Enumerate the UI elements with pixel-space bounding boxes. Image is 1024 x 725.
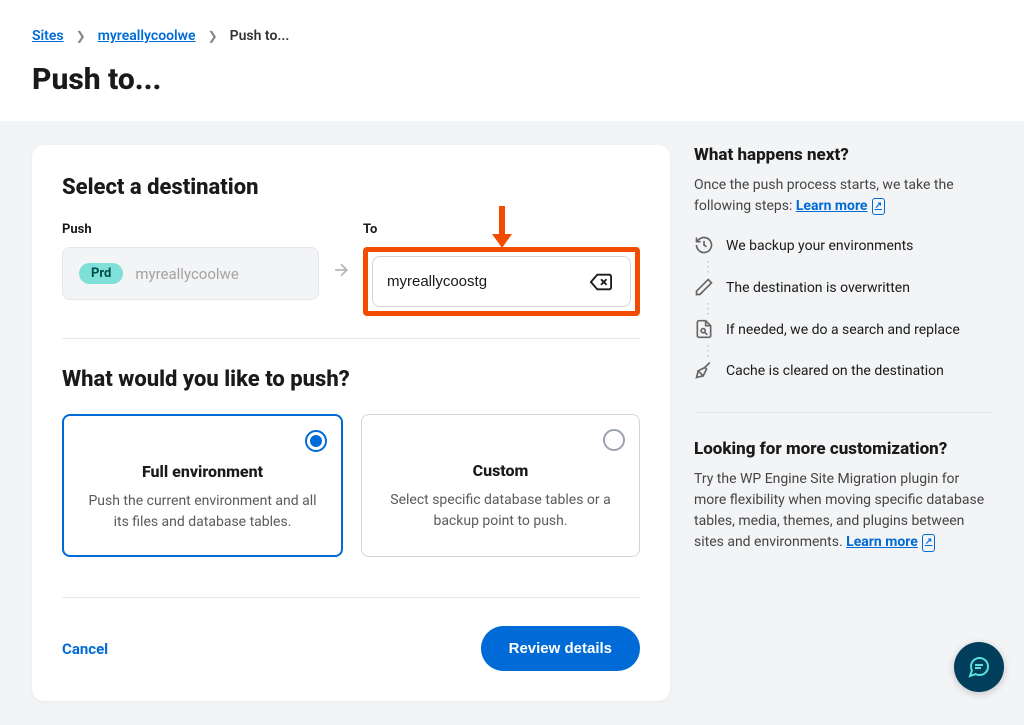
divider — [62, 338, 640, 339]
sidebar: What happens next? Once the push process… — [694, 145, 992, 571]
chat-icon — [967, 655, 991, 679]
radio-selected-icon — [305, 430, 327, 452]
arrow-right-icon — [331, 222, 351, 284]
breadcrumb: Sites ❯ myreallycoolwe ❯ Push to... — [32, 28, 992, 44]
external-link-icon: ↗ — [872, 198, 886, 216]
step-backup: We backup your environments — [694, 235, 992, 259]
annotation-highlight-box — [363, 247, 640, 316]
option-full-environment[interactable]: Full environment Push the current enviro… — [62, 414, 343, 557]
cancel-button[interactable]: Cancel — [62, 640, 108, 658]
clear-input-button[interactable] — [586, 267, 616, 297]
env-badge-prd: Prd — [79, 263, 123, 284]
broom-icon — [694, 360, 714, 384]
option-full-desc: Push the current environment and all its… — [88, 491, 317, 533]
radio-unselected-icon — [603, 429, 625, 451]
pencil-icon — [694, 277, 714, 301]
destination-input[interactable] — [387, 273, 586, 290]
step-search-replace: If needed, we do a search and replace — [694, 319, 992, 343]
review-details-button[interactable]: Review details — [481, 626, 640, 671]
page-title: Push to... — [32, 62, 992, 97]
breadcrumb-sites-link[interactable]: Sites — [32, 28, 64, 44]
step-cache-clear: Cache is cleared on the destination — [694, 360, 992, 384]
history-icon — [694, 235, 714, 259]
chevron-right-icon: ❯ — [76, 29, 86, 43]
source-environment-box: Prd myreallycoolwe — [62, 247, 319, 300]
step-text: The destination is overwritten — [726, 277, 910, 299]
step-text: Cache is cleared on the destination — [726, 360, 944, 382]
step-text: If needed, we do a search and replace — [726, 319, 960, 341]
customization-desc: Try the WP Engine Site Migration plugin … — [694, 469, 992, 553]
breadcrumb-site-link[interactable]: myreallycoolwe — [98, 28, 196, 44]
what-happens-next-desc: Once the push process starts, we take th… — [694, 175, 992, 217]
destination-input-wrapper[interactable] — [372, 256, 631, 307]
option-custom-title: Custom — [386, 461, 615, 480]
customization-title: Looking for more customization? — [694, 439, 992, 459]
push-what-heading: What would you like to push? — [62, 367, 640, 392]
breadcrumb-current: Push to... — [230, 28, 290, 44]
step-separator-dots: ⋮ — [701, 301, 715, 319]
step-overwrite: The destination is overwritten — [694, 277, 992, 301]
main-card: Select a destination Push Prd myreallyco… — [32, 145, 670, 701]
option-full-title: Full environment — [88, 462, 317, 481]
step-separator-dots: ⋮ — [701, 343, 715, 361]
chat-fab-button[interactable] — [954, 642, 1004, 692]
step-separator-dots: ⋮ — [701, 259, 715, 277]
step-text: We backup your environments — [726, 235, 913, 257]
external-link-icon: ↗ — [922, 534, 936, 552]
source-env-name: myreallycoolwe — [135, 265, 238, 283]
annotation-arrow-down-icon — [488, 204, 516, 252]
option-custom-desc: Select specific database tables or a bac… — [386, 490, 615, 532]
option-custom[interactable]: Custom Select specific database tables o… — [361, 414, 640, 557]
what-happens-next-title: What happens next? — [694, 145, 992, 165]
divider — [694, 412, 992, 413]
backspace-x-icon — [590, 271, 612, 293]
destination-heading: Select a destination — [62, 175, 640, 200]
push-label: Push — [62, 222, 319, 237]
learn-more-link[interactable]: Learn more ↗ — [796, 196, 885, 217]
chevron-right-icon: ❯ — [208, 29, 218, 43]
learn-more-link-2[interactable]: Learn more ↗ — [846, 532, 935, 553]
file-search-icon — [694, 319, 714, 343]
